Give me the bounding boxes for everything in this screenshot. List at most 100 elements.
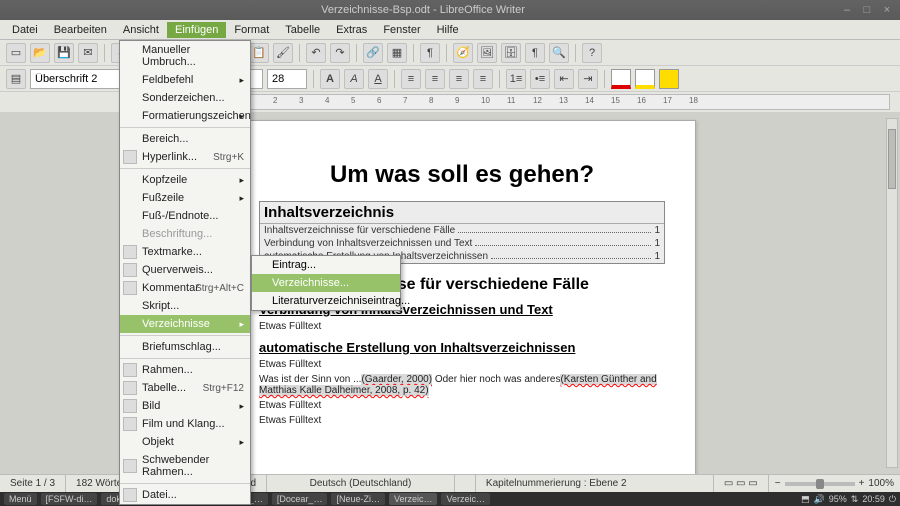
menu-item-film-und-klang-[interactable]: Film und Klang...	[120, 415, 250, 433]
increase-indent-icon[interactable]: ⇥	[578, 69, 598, 89]
menu-item-fu-endnote-[interactable]: Fuß-/Endnote...	[120, 207, 250, 225]
taskbar-app[interactable]: [FSFW-di…	[41, 493, 98, 505]
menu-item-manueller-umbruch-[interactable]: Manueller Umbruch...	[120, 41, 250, 71]
menu-file[interactable]: Datei	[4, 22, 46, 38]
menu-item-sonderzeichen-[interactable]: Sonderzeichen...	[120, 89, 250, 107]
doc-h3b[interactable]: automatische Erstellung von Inhaltsverze…	[259, 340, 665, 355]
tray-clock[interactable]: 20:59	[862, 494, 885, 504]
menu-item-objekt[interactable]: Objekt▸	[120, 433, 250, 451]
window-maximize-icon[interactable]: □	[860, 4, 874, 16]
data-sources-icon[interactable]: 🗄	[501, 43, 521, 63]
zoom-value[interactable]: 100%	[868, 478, 894, 489]
styles-dropdown-icon[interactable]: ▤	[6, 69, 26, 89]
submenu-item-verzeichnisse-[interactable]: Verzeichnisse...	[252, 274, 400, 292]
status-chapter[interactable]: Kapitelnummerierung : Ebene 2	[476, 475, 714, 492]
taskbar-app[interactable]: Verzeic…	[441, 493, 490, 505]
highlight-color-icon[interactable]	[635, 69, 655, 89]
redo-icon[interactable]: ↷	[330, 43, 350, 63]
numbered-list-icon[interactable]: 1≡	[506, 69, 526, 89]
help-icon[interactable]: ?	[582, 43, 602, 63]
tray-network-icon[interactable]: ⇅	[851, 494, 859, 505]
toggle-formatting-icon[interactable]: ¶	[420, 43, 440, 63]
save-icon[interactable]: 💾	[54, 43, 74, 63]
menu-item-fu-zeile[interactable]: Fußzeile▸	[120, 189, 250, 207]
scrollbar-thumb[interactable]	[888, 129, 896, 189]
paragraph-style-combo[interactable]	[30, 69, 120, 89]
menu-window[interactable]: Fenster	[375, 22, 428, 38]
window-minimize-icon[interactable]: –	[840, 4, 854, 16]
align-center-icon[interactable]: ≡	[425, 69, 445, 89]
menu-item-textmarke-[interactable]: Textmarke...	[120, 243, 250, 261]
zoom-icon[interactable]: 🔍	[549, 43, 569, 63]
menu-item-feldbefehl[interactable]: Feldbefehl▸	[120, 71, 250, 89]
menu-format[interactable]: Format	[226, 22, 277, 38]
menu-item-kopfzeile[interactable]: Kopfzeile▸	[120, 171, 250, 189]
doc-h1[interactable]: Um was soll es gehen?	[259, 161, 665, 189]
menu-edit[interactable]: Bearbeiten	[46, 22, 115, 38]
menu-item-bild[interactable]: Bild▸	[120, 397, 250, 415]
status-language[interactable]: Deutsch (Deutschland)	[267, 475, 455, 492]
vertical-scrollbar[interactable]	[886, 118, 898, 468]
navigator-icon[interactable]: 🧭	[453, 43, 473, 63]
status-page[interactable]: Seite 1 / 3	[0, 475, 66, 492]
menu-view[interactable]: Ansicht	[115, 22, 167, 38]
submenu-item-literaturverzeichniseintrag-[interactable]: Literaturverzeichniseintrag...	[252, 292, 400, 310]
menu-item-hyperlink-[interactable]: Hyperlink...Strg+K	[120, 148, 250, 166]
start-menu-button[interactable]: Menü	[4, 493, 37, 505]
bullet-list-icon[interactable]: •≡	[530, 69, 550, 89]
doc-paragraph[interactable]: Etwas Fülltext	[259, 359, 665, 370]
menu-item-briefumschlag-[interactable]: Briefumschlag...	[120, 338, 250, 356]
font-size-combo[interactable]	[267, 69, 307, 89]
menu-item-schwebender-rahmen-[interactable]: Schwebender Rahmen...	[120, 451, 250, 481]
open-icon[interactable]: 📂	[30, 43, 50, 63]
window-close-icon[interactable]: ×	[880, 4, 894, 16]
taskbar-app[interactable]: Verzeic…	[389, 493, 438, 505]
menu-item-skript-[interactable]: Skript...	[120, 297, 250, 315]
font-color-icon[interactable]	[611, 69, 631, 89]
underline-icon[interactable]: A	[368, 69, 388, 89]
paste-icon[interactable]: 📋	[249, 43, 269, 63]
gallery-icon[interactable]: 🖼	[477, 43, 497, 63]
submenu-item-eintrag-[interactable]: Eintrag...	[252, 256, 400, 274]
table-icon[interactable]: ▦	[387, 43, 407, 63]
email-icon[interactable]: ✉	[78, 43, 98, 63]
format-paintbrush-icon[interactable]: 🖌	[273, 43, 293, 63]
undo-icon[interactable]: ↶	[306, 43, 326, 63]
menu-tools[interactable]: Extras	[328, 22, 375, 38]
menu-insert[interactable]: Einfügen	[167, 22, 226, 38]
nonprinting-icon[interactable]: ¶	[525, 43, 545, 63]
horizontal-ruler[interactable]: 1 2 3 4 5 6 7 8 9 10 11 12 13 14 15 16 1…	[228, 94, 890, 110]
menu-help[interactable]: Hilfe	[429, 22, 467, 38]
align-right-icon[interactable]: ≡	[449, 69, 469, 89]
zoom-slider[interactable]	[785, 482, 855, 486]
taskbar-app[interactable]: [Neue-Zi…	[331, 493, 385, 505]
new-doc-icon[interactable]: ▭	[6, 43, 26, 63]
menu-item-bereich-[interactable]: Bereich...	[120, 130, 250, 148]
menu-table[interactable]: Tabelle	[277, 22, 328, 38]
zoom-in-icon[interactable]: +	[859, 478, 865, 489]
zoom-out-icon[interactable]: −	[775, 478, 781, 489]
tray-indicator-icon[interactable]: ⬒	[801, 494, 810, 505]
doc-paragraph[interactable]: Was ist der Sinn von ...(Gaarder, 2000) …	[259, 374, 665, 396]
hyperlink-icon[interactable]: 🔗	[363, 43, 383, 63]
taskbar-app[interactable]: [Docear_…	[272, 493, 328, 505]
bold-icon[interactable]: A	[320, 69, 340, 89]
menu-item-formatierungszeichen[interactable]: Formatierungszeichen▸	[120, 107, 250, 125]
align-justify-icon[interactable]: ≡	[473, 69, 493, 89]
align-left-icon[interactable]: ≡	[401, 69, 421, 89]
menu-item-kommentar[interactable]: KommentarStrg+Alt+C	[120, 279, 250, 297]
menu-item-datei-[interactable]: Datei...	[120, 486, 250, 504]
background-color-icon[interactable]	[659, 69, 679, 89]
tray-volume-icon[interactable]: 🔊	[814, 494, 825, 505]
doc-paragraph[interactable]: Etwas Fülltext	[259, 321, 665, 332]
menu-item-rahmen-[interactable]: Rahmen...	[120, 361, 250, 379]
menu-item-querverweis-[interactable]: Querverweis...	[120, 261, 250, 279]
status-view-icons[interactable]: ▭ ▭ ▭	[714, 475, 769, 492]
menu-item-verzeichnisse[interactable]: Verzeichnisse▸	[120, 315, 250, 333]
italic-icon[interactable]: A	[344, 69, 364, 89]
menu-item-tabelle-[interactable]: Tabelle...Strg+F12	[120, 379, 250, 397]
doc-paragraph[interactable]: Etwas Fülltext	[259, 415, 665, 426]
decrease-indent-icon[interactable]: ⇤	[554, 69, 574, 89]
doc-paragraph[interactable]: Etwas Fülltext	[259, 400, 665, 411]
tray-power-icon[interactable]: ⏻	[889, 494, 896, 505]
